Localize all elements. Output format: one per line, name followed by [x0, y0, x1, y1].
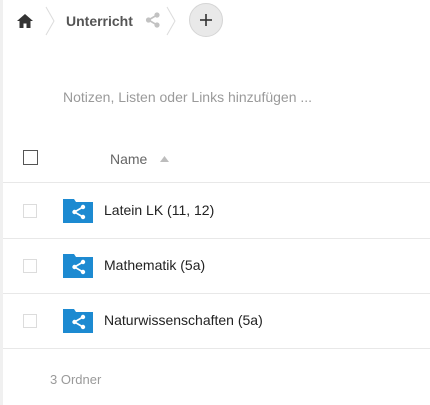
- breadcrumb-separator-icon: [166, 6, 176, 36]
- table-row[interactable]: Mathematik (5a): [3, 238, 430, 294]
- shared-folder-icon: [63, 309, 93, 333]
- add-button[interactable]: [189, 3, 223, 37]
- row-checkbox[interactable]: [23, 259, 37, 273]
- shared-folder-icon: [63, 254, 93, 278]
- share-icon[interactable]: [144, 11, 162, 29]
- breadcrumb-separator-icon: [45, 6, 55, 36]
- row-checkbox[interactable]: [23, 314, 37, 328]
- shared-folder-icon: [63, 199, 93, 223]
- breadcrumb: Unterricht: [0, 0, 430, 44]
- column-name[interactable]: Name: [110, 151, 147, 167]
- folder-name[interactable]: Mathematik (5a): [104, 257, 205, 273]
- home-icon: [17, 14, 33, 28]
- folder-name[interactable]: Naturwissenschaften (5a): [104, 312, 263, 328]
- folder-count: 3 Ordner: [50, 372, 102, 387]
- sort-ascending-icon[interactable]: [160, 156, 169, 162]
- select-all-checkbox[interactable]: [23, 150, 38, 165]
- table-header: Name: [3, 140, 430, 183]
- breadcrumb-current[interactable]: Unterricht: [66, 13, 133, 29]
- table-row[interactable]: Naturwissenschaften (5a): [3, 293, 430, 349]
- row-checkbox[interactable]: [23, 204, 37, 218]
- notes-input[interactable]: Notizen, Listen oder Links hinzufügen ..…: [63, 89, 312, 105]
- plus-icon: [200, 14, 212, 26]
- folder-name[interactable]: Latein LK (11, 12): [104, 202, 214, 218]
- breadcrumb-home[interactable]: [14, 10, 36, 32]
- table-row[interactable]: Latein LK (11, 12): [3, 183, 430, 239]
